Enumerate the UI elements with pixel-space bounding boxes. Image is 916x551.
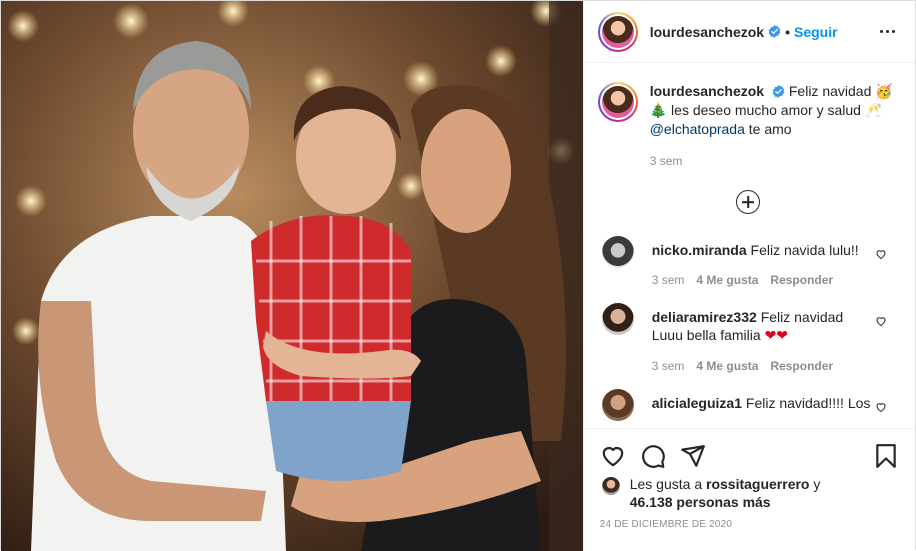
party-face-emoji: 🥳 (875, 84, 893, 100)
caption-text-3: te amo (748, 121, 792, 137)
comment-likes[interactable]: 4 Me gusta (696, 273, 758, 287)
comments-section[interactable]: lourdesanchezok Feliz navidad 🥳 🎄 les de… (584, 64, 915, 428)
author-avatar[interactable] (597, 11, 638, 52)
post-caption: lourdesanchezok Feliz navidad 🥳 🎄 les de… (597, 82, 899, 170)
comment-item: nicko.miranda Feliz navida lulu!! 3 sem … (598, 236, 899, 287)
reply-button[interactable]: Responder (770, 359, 833, 373)
liker-avatar[interactable] (601, 477, 620, 495)
instagram-post: lourdesanchezok • Seguir lourdesanchezok… (0, 0, 916, 551)
comment-time: 3 sem (651, 359, 685, 373)
plus-circle-icon[interactable] (736, 190, 761, 214)
likes-prefix: Les gusta a (629, 476, 703, 492)
commenter-avatar[interactable] (601, 303, 634, 335)
likes-conj: y (813, 476, 821, 492)
verified-badge-icon (772, 85, 785, 98)
comment-text: Feliz navida lulu!! (750, 242, 859, 258)
likes-count[interactable]: 46.138 personas más (630, 494, 771, 510)
post-footer: Les gusta a rossitaguerrero y 46.138 per… (583, 428, 915, 551)
comment-username[interactable]: nicko.miranda (652, 242, 747, 258)
heart-icon[interactable] (600, 443, 626, 469)
comment-username[interactable]: deliaramirez332 (652, 309, 757, 325)
family-photo-illustration (1, 1, 583, 551)
commenter-avatar[interactable] (601, 389, 634, 421)
caption-avatar[interactable] (597, 82, 638, 122)
post-photo[interactable] (1, 1, 583, 551)
verified-badge-icon (768, 25, 781, 38)
like-comment-heart-icon[interactable] (875, 248, 887, 260)
christmas-tree-emoji: 🎄 (649, 103, 668, 119)
comment-time: 3 sem (651, 273, 685, 287)
caption-text-1: Feliz navidad (788, 83, 872, 99)
post-header: lourdesanchezok • Seguir (583, 1, 915, 63)
author-username[interactable]: lourdesanchezok (650, 24, 764, 40)
reply-button[interactable]: Responder (770, 273, 833, 287)
load-more-comments[interactable] (598, 190, 899, 220)
red-hearts-emoji: ❤❤ (764, 328, 789, 344)
clinking-glasses-emoji: 🥂 (864, 103, 883, 119)
comment-likes[interactable]: 4 Me gusta (696, 359, 758, 373)
comment-username[interactable]: alicialeguiza1 (652, 395, 742, 411)
commenter-avatar[interactable] (601, 236, 634, 268)
comment-item: alicialeguiza1 Feliz navidad!!!! Los (598, 389, 899, 421)
caption-username[interactable]: lourdesanchezok (650, 83, 764, 99)
action-bar (600, 429, 899, 479)
follow-button[interactable]: Seguir (794, 24, 838, 40)
comment-icon[interactable] (640, 443, 666, 469)
caption-mention-link[interactable]: @elchatoprada (650, 121, 745, 137)
liker-username[interactable]: rossitaguerrero (706, 476, 809, 492)
like-comment-heart-icon[interactable] (875, 401, 887, 413)
caption-text-2: les deseo mucho amor y salud (671, 102, 861, 118)
bookmark-icon[interactable] (873, 443, 899, 469)
post-sidebar: lourdesanchezok • Seguir lourdesanchezok… (582, 1, 915, 551)
share-icon[interactable] (680, 443, 706, 469)
like-comment-heart-icon[interactable] (875, 315, 887, 327)
separator-dot: • (785, 23, 790, 40)
more-options-icon[interactable] (875, 20, 899, 44)
likes-summary: Les gusta a rossitaguerrero y 46.138 per… (600, 475, 899, 511)
caption-time: 3 sem (649, 154, 683, 168)
post-date[interactable]: 24 DE DICIEMBRE DE 2020 (600, 519, 899, 530)
comment-text: Feliz navidad!!!! Los (745, 395, 871, 411)
comment-item: deliaramirez332 Feliz navidad Luuu bella… (598, 303, 899, 373)
